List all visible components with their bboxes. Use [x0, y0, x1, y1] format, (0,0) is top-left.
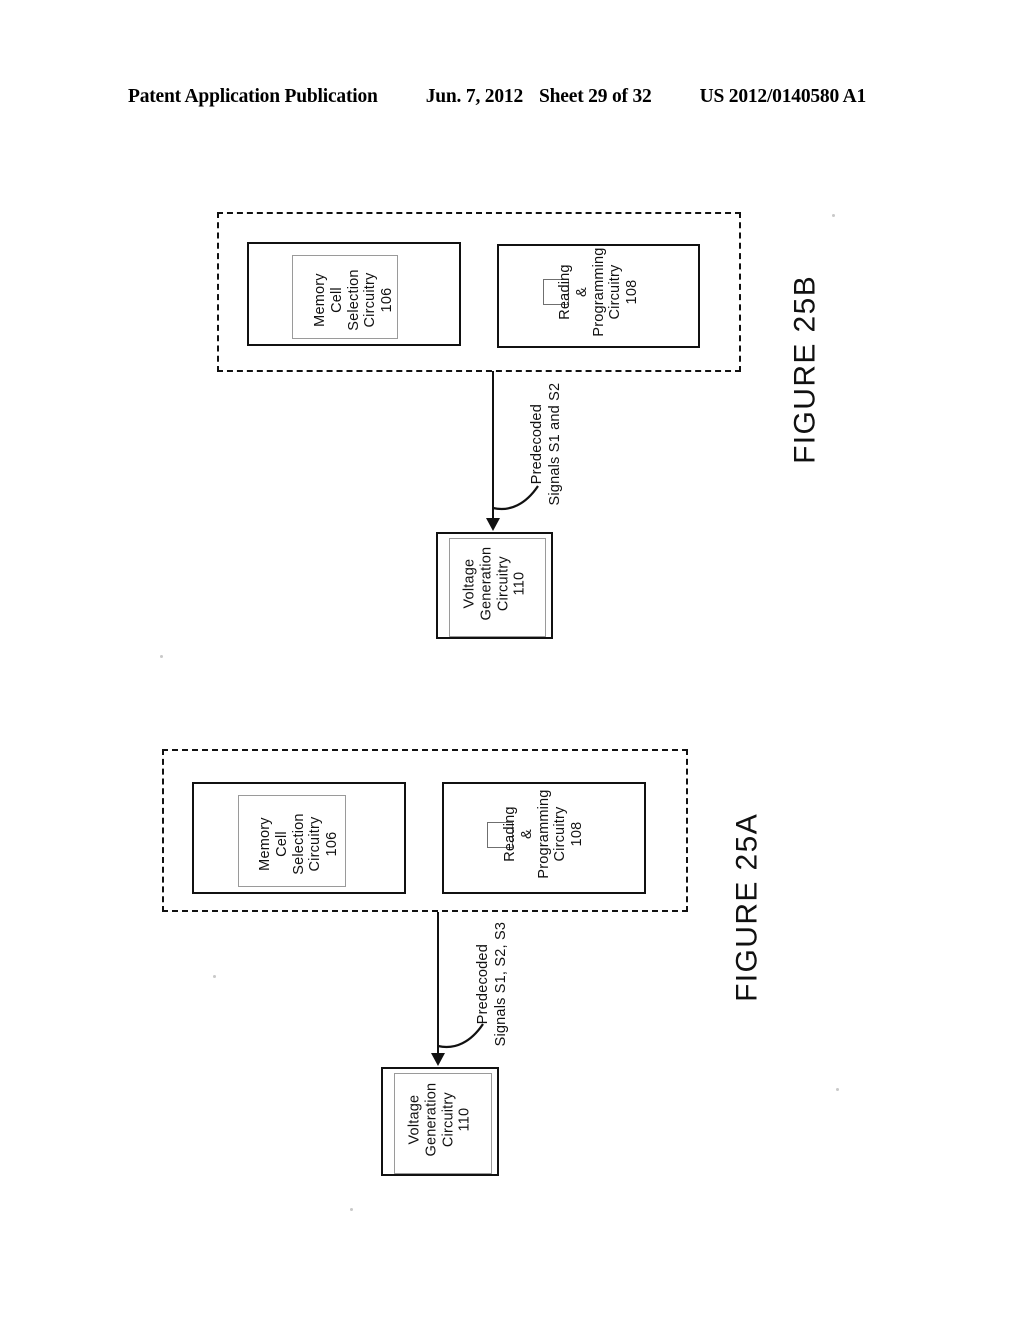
memory-cell-selection-circuitry-box-25a: Memory Cell Selection Circuitry 106: [192, 782, 406, 894]
scan-speck: [350, 1208, 353, 1211]
predecoded-signals-label-25a: Predecoded Signals S1, S2, S3: [474, 921, 509, 1047]
scan-speck: [213, 975, 216, 978]
publication-title: Patent Application Publication: [128, 86, 378, 107]
figure-caption-25b: FIGURE 25B: [788, 274, 822, 464]
memory-cell-selection-circuitry-label-25b: Memory Cell Selection Circuitry 106: [311, 269, 396, 331]
voltage-generation-circuitry-label-25a: Voltage Generation Circuitry 110: [406, 1082, 473, 1156]
predecoded-signals-arrow-head-25b: [486, 518, 500, 531]
page-header: Patent Application Publication Jun. 7, 2…: [128, 86, 896, 112]
memory-cell-selection-circuitry-box-25b: Memory Cell Selection Circuitry 106: [247, 242, 461, 346]
publication-date: Jun. 7, 2012: [425, 86, 523, 107]
memory-cell-selection-circuitry-label-25a: Memory Cell Selection Circuitry 106: [256, 813, 341, 875]
reading-and-programming-circuitry-box-25a: Reading & Programming Circuitry 108: [442, 782, 646, 894]
scan-speck: [832, 214, 835, 217]
voltage-generation-circuitry-label-25b: Voltage Generation Circuitry 110: [460, 546, 528, 620]
voltage-generation-circuitry-box-25b: Voltage Generation Circuitry 110: [436, 532, 553, 639]
scan-speck: [836, 1088, 839, 1091]
voltage-generation-circuitry-box-25a: Voltage Generation Circuitry 110: [381, 1067, 499, 1176]
sheet-number: Sheet 29 of 32: [539, 86, 652, 107]
scan-speck: [160, 655, 163, 658]
reading-and-programming-circuitry-label-25a: Reading & Programming Circuitry 108: [501, 789, 586, 879]
figure-caption-25a: FIGURE 25A: [730, 812, 764, 1002]
publication-number: US 2012/0140580 A1: [699, 86, 867, 107]
predecoded-signals-label-25b: Predecoded Signals S1 and S2: [528, 382, 563, 506]
reading-and-programming-circuitry-label-25b: Reading & Programming Circuitry 108: [556, 247, 640, 337]
predecoded-signals-arrow-head-25a: [431, 1053, 445, 1066]
reading-and-programming-circuitry-box-25b: Reading & Programming Circuitry 108: [497, 244, 700, 348]
